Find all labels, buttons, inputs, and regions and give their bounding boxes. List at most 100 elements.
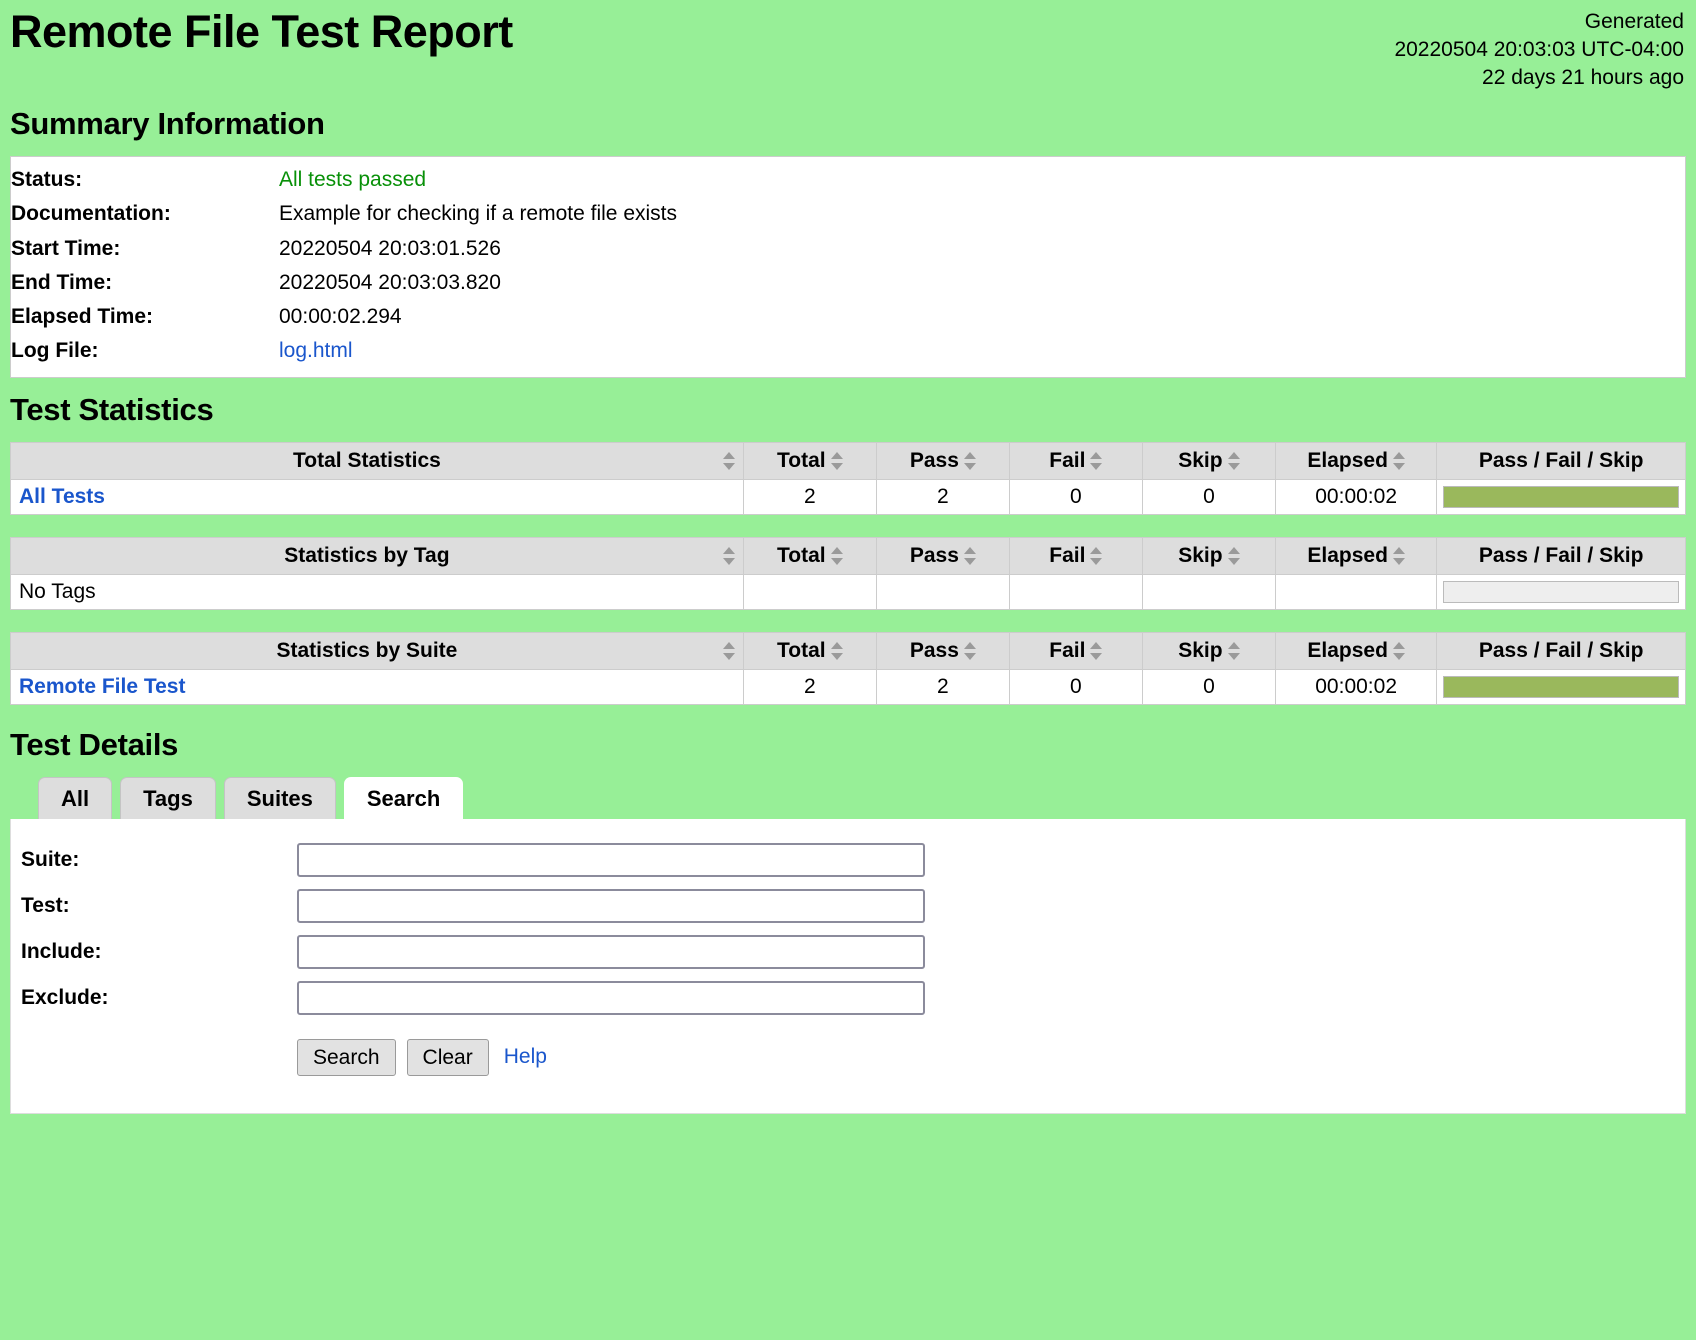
field-input-cell: [297, 837, 925, 883]
summary-value-text: 00:00:02.294: [279, 305, 402, 328]
column-header-label: Pass: [909, 638, 959, 662]
summary-row-label: Start Time:: [11, 236, 121, 260]
column-header-pass[interactable]: Pass: [875, 631, 1010, 670]
summary-row-label: Status:: [11, 168, 83, 191]
sort-icon[interactable]: [1227, 641, 1240, 661]
summary-heading: Summary Information: [10, 106, 325, 141]
column-header-elapsed[interactable]: Elapsed: [1274, 631, 1438, 670]
summary-row: Elapsed Time: 00:00:02.294: [11, 300, 1685, 334]
generated-timestamp: 20220504 20:03:03 UTC-04:00: [1394, 37, 1684, 61]
summary-information-panel: Status: All tests passed Documentation: Exa…: [10, 156, 1686, 378]
statistics-tables: Total Statistics Total Pass Fail Skip Elapsed…: [0, 441, 1696, 705]
search-form-row: Exclude:: [21, 975, 925, 1021]
summary-row-label: Elapsed Time:: [11, 305, 153, 328]
sort-icon[interactable]: [963, 546, 976, 566]
column-header-label: Pass: [909, 543, 959, 567]
tab-label: Tags: [143, 786, 193, 812]
tab-suites[interactable]: Suites: [223, 777, 336, 819]
search-buttons-cell: Search Clear Help: [297, 1021, 925, 1082]
column-header-fail[interactable]: Fail: [1008, 536, 1143, 575]
sort-icon[interactable]: [1090, 641, 1103, 661]
help-link[interactable]: Help: [504, 1045, 547, 1069]
summary-row: Start Time: 20220504 20:03:01.526: [11, 232, 1685, 266]
field-input-cell: [297, 975, 925, 1021]
search-buttons: Search Clear Help: [297, 1027, 925, 1076]
column-header-skip[interactable]: Skip: [1141, 536, 1276, 575]
column-header-skip[interactable]: Skip: [1141, 631, 1276, 670]
column-header-elapsed[interactable]: Elapsed: [1274, 536, 1438, 575]
sort-icon[interactable]: [963, 451, 976, 471]
include-input[interactable]: [297, 934, 925, 969]
column-header-total[interactable]: Total: [742, 536, 877, 575]
column-header-label: Total: [777, 448, 826, 472]
tab-tags[interactable]: Tags: [120, 777, 216, 819]
test-input[interactable]: [297, 888, 925, 923]
summary-row-value: Example for checking if a remote file ex…: [279, 197, 1685, 231]
sort-icon[interactable]: [1392, 641, 1405, 661]
column-header-label: Skip: [1178, 543, 1223, 567]
tab-all[interactable]: All: [38, 777, 113, 819]
suite-input[interactable]: [297, 842, 925, 877]
column-header-total[interactable]: Total: [742, 441, 877, 480]
exclude-input[interactable]: [297, 980, 925, 1015]
column-header-pass[interactable]: Pass: [875, 536, 1010, 575]
row-name-link[interactable]: All Tests: [19, 485, 105, 508]
details-tab-bar: All Tags Suites Search: [10, 777, 1686, 820]
spacer-cell: [21, 1021, 297, 1082]
table-header-row: Statistics by Suite Total Pass Fail Skip Elap…: [10, 631, 1686, 670]
column-header-name[interactable]: Statistics by Suite: [10, 631, 744, 670]
cell-fail: 0: [1008, 668, 1143, 705]
summary-row: End Time: 20220504 20:03:03.820: [11, 266, 1685, 300]
status-badge: All tests passed: [279, 168, 427, 191]
cell-skip: 0: [1141, 478, 1276, 515]
sort-icon[interactable]: [963, 641, 976, 661]
sort-icon[interactable]: [1227, 546, 1240, 566]
field-label-test: Test:: [21, 893, 70, 917]
cell-pass-fail-skip-graph: [1436, 573, 1686, 610]
progress-bar: [1443, 675, 1679, 698]
column-header-pass-fail-skip: Pass / Fail / Skip: [1436, 536, 1686, 575]
sort-icon[interactable]: [830, 451, 843, 471]
field-input-cell: [297, 929, 925, 975]
sort-icon[interactable]: [1090, 451, 1103, 471]
row-name-link[interactable]: Remote File Test: [19, 675, 185, 698]
column-header-total[interactable]: Total: [742, 631, 877, 670]
tab-label: Suites: [246, 786, 313, 812]
summary-table-body: Status: All tests passed Documentation: Exa…: [11, 163, 1685, 369]
column-header-fail[interactable]: Fail: [1008, 441, 1143, 480]
log-file-link[interactable]: log.html: [279, 339, 353, 362]
column-header-name[interactable]: Statistics by Tag: [10, 536, 744, 575]
column-header-skip[interactable]: Skip: [1141, 441, 1276, 480]
column-header-elapsed[interactable]: Elapsed: [1274, 441, 1438, 480]
sort-icon[interactable]: [1227, 451, 1240, 471]
cell-pass-fail-skip-graph: [1436, 478, 1686, 515]
column-header-fail[interactable]: Fail: [1008, 631, 1143, 670]
sort-icon[interactable]: [1392, 546, 1405, 566]
sort-icon[interactable]: [722, 451, 735, 471]
row-name-cell[interactable]: Remote File Test: [10, 668, 744, 705]
details-heading: Test Details: [10, 726, 179, 762]
statistics-table: Statistics by Suite Total Pass Fail Skip Elap…: [10, 631, 1686, 705]
sort-icon[interactable]: [830, 546, 843, 566]
column-header-name[interactable]: Total Statistics: [10, 441, 744, 480]
row-name-cell: No Tags: [10, 573, 744, 610]
cell-total: [742, 573, 877, 610]
column-header-label: Elapsed: [1307, 448, 1388, 472]
summary-row-label: Log File:: [11, 339, 99, 363]
search-button[interactable]: Search: [297, 1038, 396, 1076]
progress-bar-pass-segment: [1444, 676, 1678, 697]
sort-icon[interactable]: [722, 546, 735, 566]
sort-icon[interactable]: [1392, 451, 1405, 471]
sort-icon[interactable]: [722, 641, 735, 661]
column-header-label: Statistics by Suite: [276, 638, 458, 662]
progress-bar: [1443, 485, 1679, 508]
sort-icon[interactable]: [1090, 546, 1103, 566]
statistics-heading: Test Statistics: [10, 391, 214, 427]
tab-search[interactable]: Search: [343, 777, 464, 820]
summary-row-value: log.html: [279, 334, 1685, 368]
column-header-pass[interactable]: Pass: [875, 441, 1010, 480]
clear-button[interactable]: Clear: [406, 1038, 489, 1076]
sort-icon[interactable]: [830, 641, 843, 661]
summary-value-text: Example for checking if a remote file ex…: [279, 202, 677, 226]
row-name-cell[interactable]: All Tests: [10, 478, 744, 515]
